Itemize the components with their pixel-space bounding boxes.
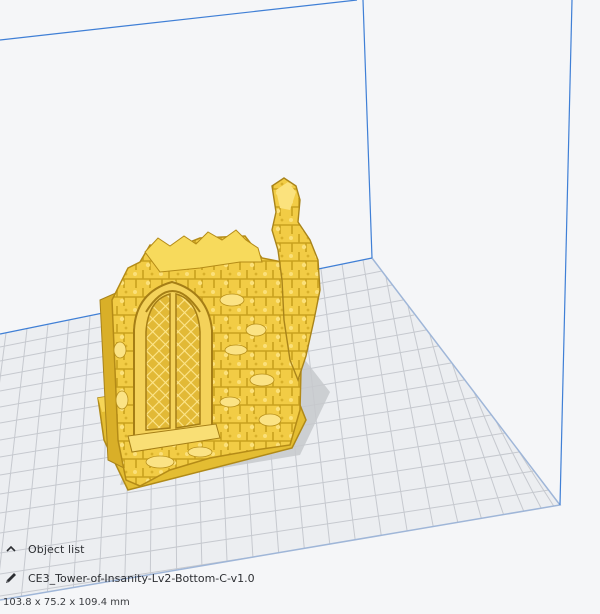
chevron-up-icon (4, 542, 18, 556)
pencil-icon[interactable] (4, 571, 18, 585)
object-filename-row[interactable]: CE3_Tower-of-Insanity-Lv2-Bottom-C-v1.0 (4, 569, 255, 587)
object-list-label: Object list (28, 542, 85, 556)
object-dimensions-text: 103.8 x 75.2 x 109.4 mm (3, 596, 130, 608)
object-filename: CE3_Tower-of-Insanity-Lv2-Bottom-C-v1.0 (28, 571, 255, 585)
object-list-toggle[interactable]: Object list (4, 540, 85, 558)
object-dimensions: 103.8 x 75.2 x 109.4 mm (3, 594, 130, 610)
3d-viewport[interactable] (0, 0, 600, 614)
